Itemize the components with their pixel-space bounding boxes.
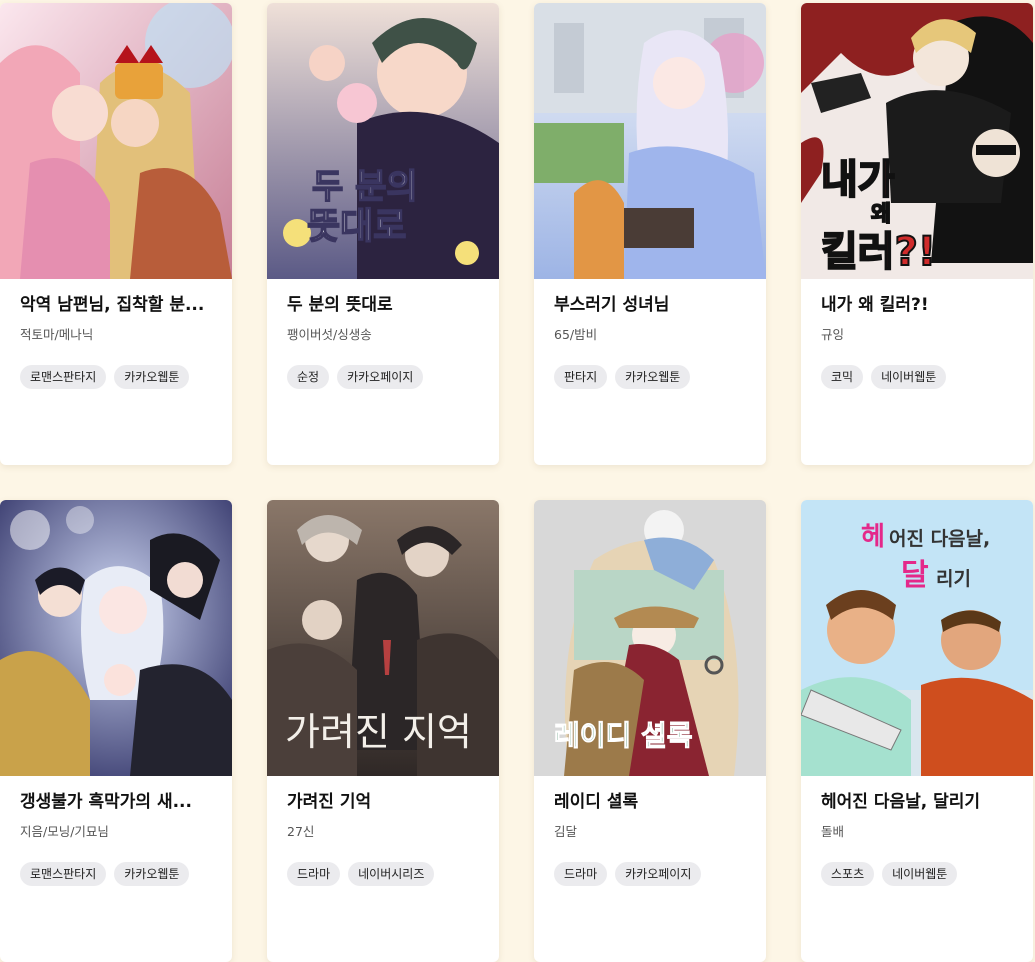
genre-tag[interactable]: 판타지: [554, 365, 608, 389]
webtoon-title[interactable]: 내가 왜 킬러?!: [821, 294, 1013, 316]
tag-list: 드라마 카카오페이지: [554, 862, 746, 886]
webtoon-card[interactable]: 악역 남편님, 집착할 분... 적토마/메나닉 로맨스판타지 카카오웹툰: [0, 3, 232, 465]
tag-list: 드라마 네이버시리즈: [287, 862, 479, 886]
tag-list: 판타지 카카오웹툰: [554, 365, 746, 389]
tag-list: 로맨스판타지 카카오웹툰: [20, 365, 212, 389]
genre-tag[interactable]: 드라마: [287, 862, 341, 886]
webtoon-author: 적토마/메나닉: [20, 327, 94, 342]
svg-text:왜: 왜: [871, 202, 891, 227]
svg-text:가려진 지억: 가려진 지억: [285, 710, 472, 754]
cover-image[interactable]: [534, 3, 766, 279]
platform-tag[interactable]: 네이버시리즈: [348, 862, 435, 886]
cover-art-title: 두 분의: [312, 167, 418, 207]
webtoon-title[interactable]: 가려진 기억: [287, 791, 479, 813]
cover-image[interactable]: 두 분의 뜻대로: [267, 3, 499, 279]
platform-tag[interactable]: 네이버웹툰: [882, 862, 958, 886]
webtoon-author: 팽이버섯/싱생송: [287, 327, 372, 342]
cover-image[interactable]: 레이디 셜록: [534, 500, 766, 776]
platform-tag[interactable]: 카카오페이지: [337, 365, 424, 389]
svg-text:킬러?!: 킬러?!: [821, 229, 936, 275]
webtoon-card[interactable]: 가려진 지억 가려진 기억 27신 드라마 네이버시리즈: [267, 500, 499, 962]
platform-tag[interactable]: 카카오웹툰: [615, 365, 691, 389]
webtoon-author: 지음/모닝/기묘님: [20, 824, 109, 839]
webtoon-title[interactable]: 헤어진 다음날, 달리기: [821, 791, 1013, 813]
webtoon-author: 돌배: [821, 824, 845, 839]
webtoon-author: 27신: [287, 824, 315, 839]
webtoon-title[interactable]: 레이디 셜록: [554, 791, 746, 813]
webtoon-card[interactable]: 내가 왜 킬러?! 내가 왜 킬러?! 규잉 코믹 네이버웹툰: [801, 3, 1033, 465]
genre-tag[interactable]: 로맨스판타지: [20, 862, 107, 886]
webtoon-title[interactable]: 갱생불가 흑막가의 새...: [20, 791, 212, 813]
svg-text:리기: 리기: [936, 568, 971, 590]
webtoon-grid: 악역 남편님, 집착할 분... 적토마/메나닉 로맨스판타지 카카오웹툰 두 …: [0, 0, 1035, 962]
webtoon-card[interactable]: 부스러기 성녀님 65/밤비 판타지 카카오웹툰: [534, 3, 766, 465]
webtoon-card[interactable]: 레이디 셜록 레이디 셜록 김달 드라마 카카오페이지: [534, 500, 766, 962]
genre-tag[interactable]: 스포츠: [821, 862, 875, 886]
cover-image[interactable]: 헤 어진 다음날, 달 리기: [801, 500, 1033, 776]
webtoon-card[interactable]: 갱생불가 흑막가의 새... 지음/모닝/기묘님 로맨스판타지 카카오웹툰: [0, 500, 232, 962]
tag-list: 로맨스판타지 카카오웹툰: [20, 862, 212, 886]
cover-image[interactable]: [0, 500, 232, 776]
webtoon-card[interactable]: 헤 어진 다음날, 달 리기 헤어진 다음날, 달리기 돌배 스포츠 네이버웹툰: [801, 500, 1033, 962]
webtoon-author: 65/밤비: [554, 327, 598, 342]
cover-image[interactable]: 내가 왜 킬러?!: [801, 3, 1033, 279]
platform-tag[interactable]: 카카오웹툰: [114, 365, 190, 389]
webtoon-author: 김달: [554, 824, 578, 839]
tag-list: 순정 카카오페이지: [287, 365, 479, 389]
genre-tag[interactable]: 순정: [287, 365, 330, 389]
svg-text:헤: 헤: [861, 522, 885, 552]
svg-text:달: 달: [901, 558, 929, 593]
webtoon-card[interactable]: 두 분의 뜻대로 두 분의 뜻대로 팽이버섯/싱생송 순정 카카오페이지: [267, 3, 499, 465]
tag-list: 스포츠 네이버웹툰: [821, 862, 1013, 886]
webtoon-title[interactable]: 악역 남편님, 집착할 분...: [20, 294, 212, 316]
svg-text:뜻대로: 뜻대로: [307, 205, 406, 247]
genre-tag[interactable]: 코믹: [821, 365, 864, 389]
genre-tag[interactable]: 로맨스판타지: [20, 365, 107, 389]
svg-text:내가: 내가: [821, 157, 895, 203]
svg-text:어진 다음날,: 어진 다음날,: [889, 528, 990, 550]
platform-tag[interactable]: 네이버웹툰: [871, 365, 947, 389]
cover-image[interactable]: 가려진 지억: [267, 500, 499, 776]
webtoon-title[interactable]: 두 분의 뜻대로: [287, 294, 479, 316]
webtoon-title[interactable]: 부스러기 성녀님: [554, 294, 746, 316]
webtoon-author: 규잉: [821, 327, 845, 342]
platform-tag[interactable]: 카카오페이지: [615, 862, 702, 886]
platform-tag[interactable]: 카카오웹툰: [114, 862, 190, 886]
cover-image[interactable]: [0, 3, 232, 279]
tag-list: 코믹 네이버웹툰: [821, 365, 1013, 389]
svg-text:레이디 셜록: 레이디 셜록: [554, 719, 693, 752]
genre-tag[interactable]: 드라마: [554, 862, 608, 886]
